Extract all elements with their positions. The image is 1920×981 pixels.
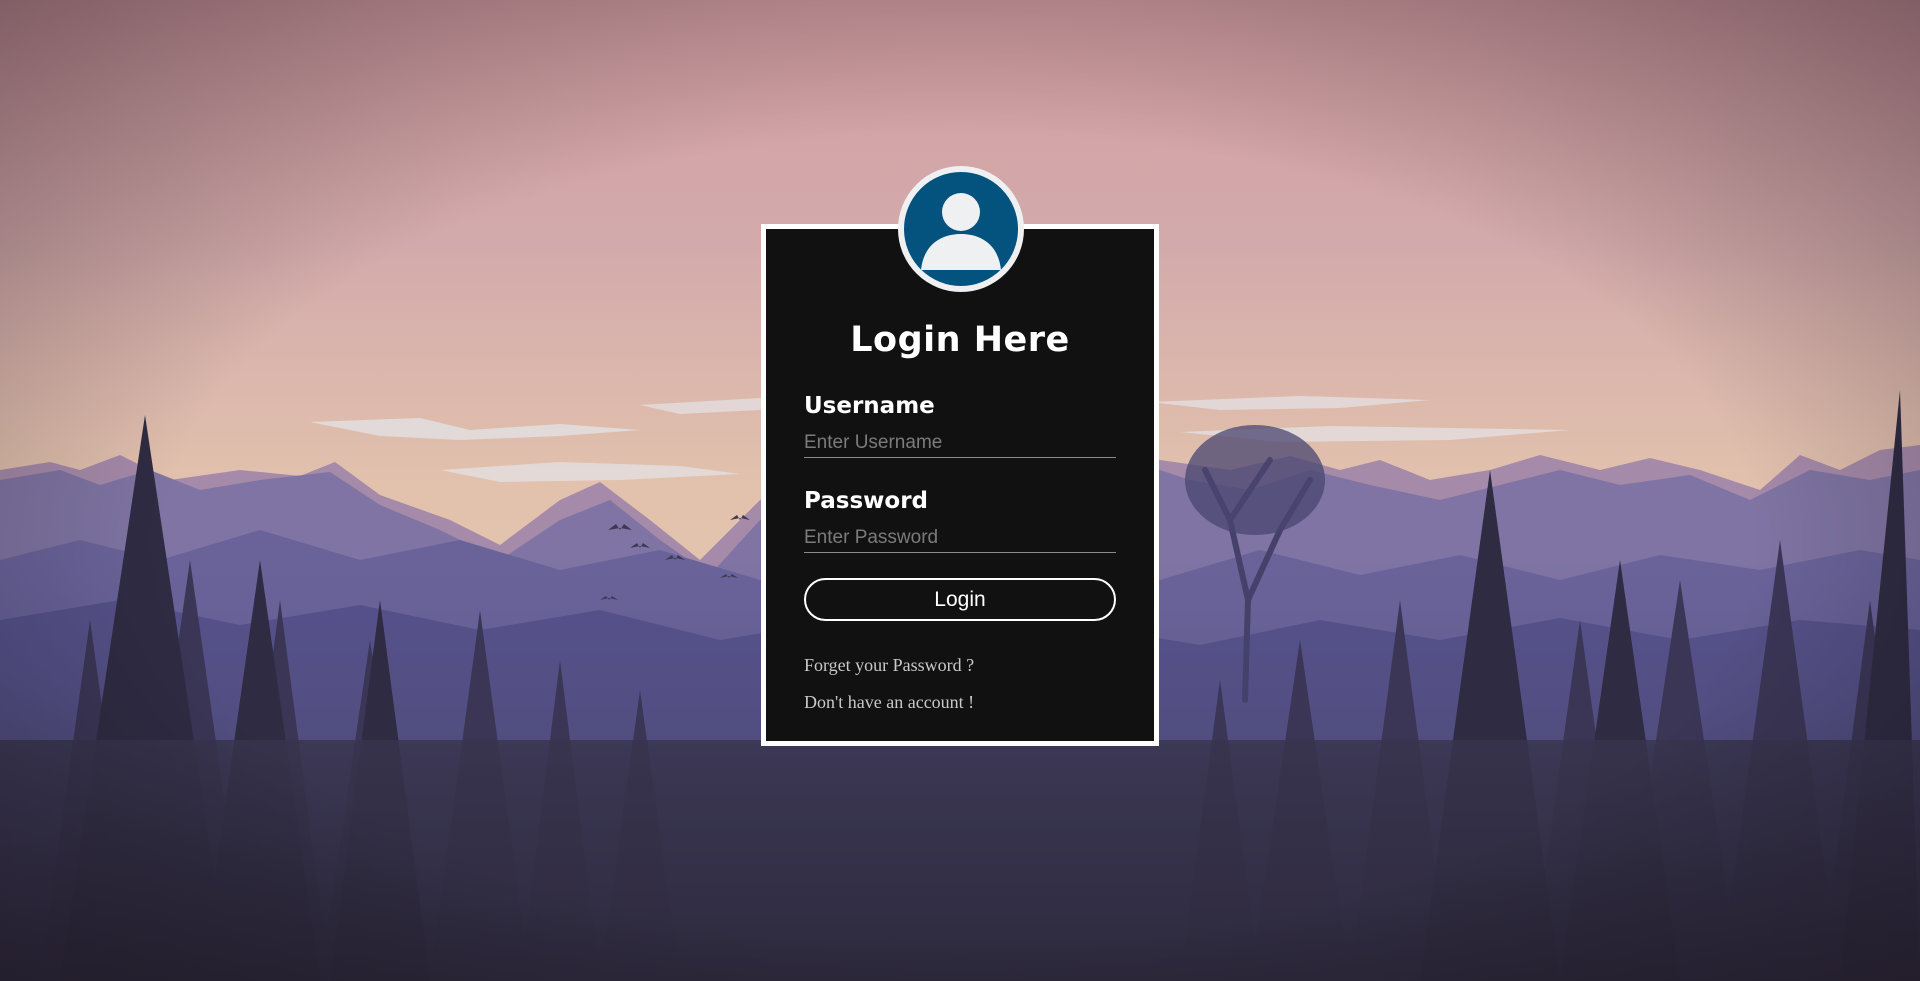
password-input[interactable] <box>804 523 1116 553</box>
login-title: Login Here <box>850 320 1070 360</box>
password-label: Password <box>804 488 928 514</box>
username-input[interactable] <box>804 428 1116 458</box>
signup-link[interactable]: Don't have an account ! <box>804 691 974 713</box>
login-button[interactable]: Login <box>804 578 1116 621</box>
username-label: Username <box>804 393 935 419</box>
forgot-password-link[interactable]: Forget your Password ? <box>804 654 974 676</box>
user-avatar-icon <box>898 166 1024 292</box>
